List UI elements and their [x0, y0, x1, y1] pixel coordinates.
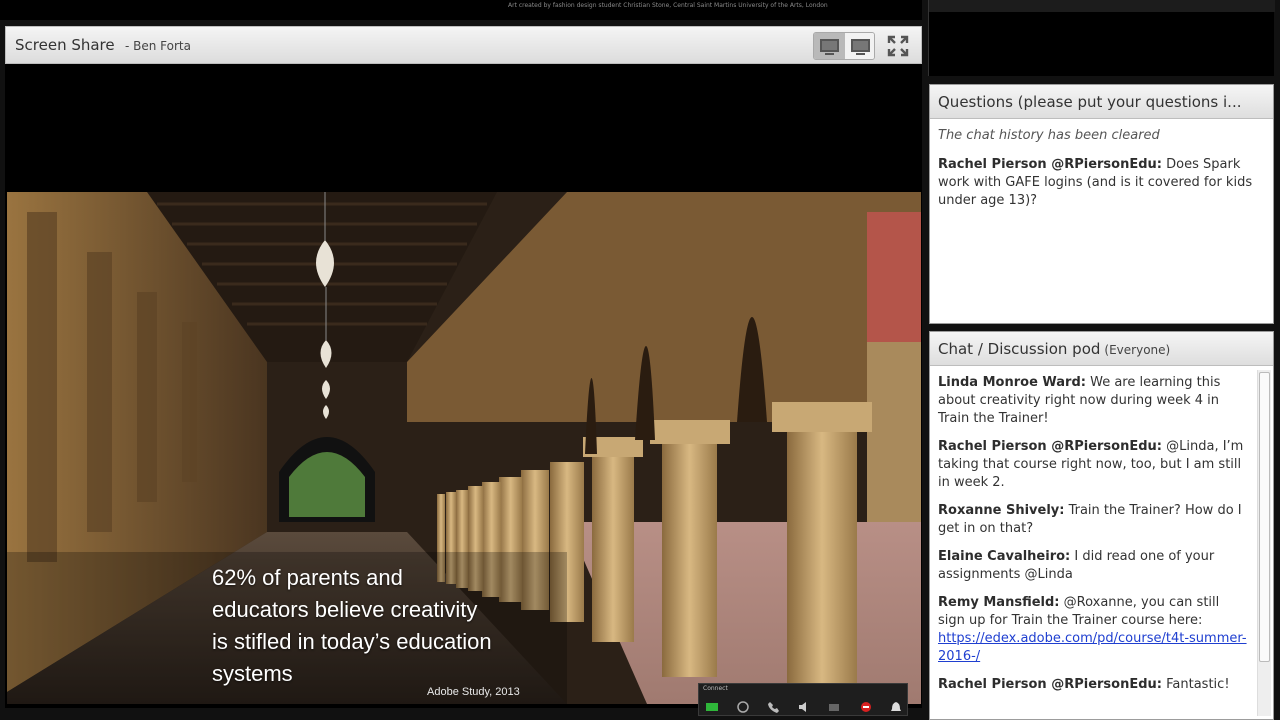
meeting-control-bar: Connect [698, 683, 908, 716]
status-icon[interactable] [705, 700, 719, 714]
message-author: Rachel Pierson @RPiersonEdu: [938, 439, 1162, 454]
mic-muted-icon[interactable] [859, 700, 873, 714]
monitor-stand-icon [856, 53, 865, 55]
fullscreen-icon[interactable] [887, 35, 909, 57]
video-pod [928, 0, 1275, 76]
chat-pod-header: Chat / Discussion pod (Everyone) [930, 332, 1273, 366]
slide-quote-line: 62% of parents and [212, 565, 403, 590]
user-icon[interactable] [736, 700, 750, 714]
chat-history: Linda Monroe Ward: We are learning this … [930, 366, 1273, 712]
chat-pod-title: Chat / Discussion pod [938, 340, 1101, 358]
scrollbar-thumb[interactable] [1259, 372, 1270, 662]
screen-share-pod: Screen Share - Ben Forta 62% of parents … [5, 26, 922, 708]
chat-message: Rachel Pierson @RPiersonEdu: @Linda, I’m… [938, 438, 1247, 492]
chat-message: Roxanne Shively: Train the Trainer? How … [938, 502, 1247, 538]
fit-view-button[interactable] [814, 33, 845, 59]
actual-size-view-button[interactable] [845, 33, 874, 59]
chat-message: Remy Mansfield: @Roxanne, you can still … [938, 594, 1247, 666]
questions-pod: Questions (please put your questions i..… [929, 84, 1274, 324]
chat-message: Elaine Cavalheiro: I did read one of you… [938, 548, 1247, 584]
message-author: Rachel Pierson @RPiersonEdu: [938, 677, 1162, 692]
message-author: Roxanne Shively: [938, 503, 1065, 518]
speaker-icon[interactable] [797, 700, 811, 714]
system-message: The chat history has been cleared [938, 128, 1160, 143]
screen-share-title: Screen Share [15, 36, 115, 54]
meeting-room: Art created by fashion design student Ch… [0, 0, 1280, 720]
slide-quote-line: educators believe creativity [212, 597, 478, 622]
mini-bar-icons [699, 698, 909, 716]
slide-quote: 62% of parents and educators believe cre… [212, 562, 542, 690]
chat-message: Rachel Pierson @RPiersonEdu: Fantastic! [938, 676, 1247, 694]
slide-source: Adobe Study, 2013 [427, 686, 520, 698]
message-author: Linda Monroe Ward: [938, 375, 1086, 390]
chat-scope[interactable]: (Everyone) [1104, 343, 1170, 357]
chat-scrollbar[interactable] [1257, 370, 1271, 716]
monitor-icon [851, 39, 870, 52]
view-mode-toggle[interactable] [813, 32, 875, 60]
video-pod-bar [929, 0, 1275, 12]
notification-bell-icon[interactable] [889, 700, 903, 714]
presenter-name: - Ben Forta [125, 39, 191, 53]
slide-credit-caption: Art created by fashion design student Ch… [508, 2, 828, 9]
previous-slide-strip: Art created by fashion design student Ch… [0, 0, 922, 20]
shared-slide: 62% of parents and educators believe cre… [7, 192, 921, 704]
message-author: Remy Mansfield: [938, 595, 1060, 610]
monitor-stand-icon [825, 53, 834, 55]
chat-message: Rachel Pierson @RPiersonEdu: Does Spark … [938, 156, 1265, 210]
chat-pod: Chat / Discussion pod (Everyone) Linda Mo… [929, 331, 1274, 720]
chat-message: Linda Monroe Ward: We are learning this … [938, 374, 1247, 428]
slide-quote-line: is stifled in today’s education [212, 629, 492, 654]
questions-pod-title: Questions (please put your questions i..… [938, 93, 1242, 111]
monitor-icon [820, 39, 839, 52]
screen-share-header: Screen Share - Ben Forta [5, 26, 922, 64]
message-author: Elaine Cavalheiro: [938, 549, 1071, 564]
mini-bar-title: Connect [703, 685, 728, 692]
webcam-icon[interactable] [827, 700, 841, 714]
questions-history: The chat history has been cleared Rachel… [930, 119, 1273, 228]
phone-icon[interactable] [767, 700, 781, 714]
message-author: Rachel Pierson @RPiersonEdu: [938, 157, 1162, 172]
course-link[interactable]: https://edex.adobe.com/pd/course/t4t-sum… [938, 631, 1247, 664]
questions-pod-header: Questions (please put your questions i..… [930, 85, 1273, 119]
message-text: Fantastic! [1162, 677, 1230, 692]
